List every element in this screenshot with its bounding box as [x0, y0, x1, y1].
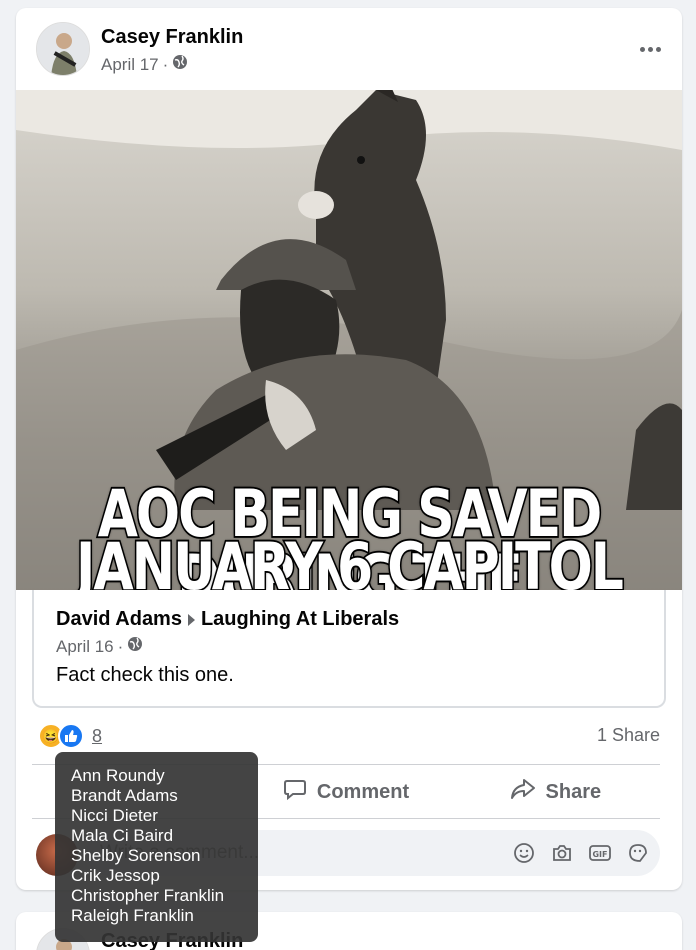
svg-text:GIF: GIF — [592, 850, 607, 859]
reactions-summary[interactable]: 😆 8 — [38, 723, 102, 749]
tooltip-name: Christopher Franklin — [71, 886, 225, 905]
tooltip-name: Shelby Sorenson — [71, 846, 201, 865]
shared-post-meta: April 16 · — [56, 636, 143, 657]
comment-tools: GIF — [512, 841, 650, 865]
meta-separator: · — [117, 636, 124, 656]
comment-button[interactable]: Comment — [241, 766, 450, 818]
shared-date[interactable]: April 16 — [56, 637, 114, 657]
share-icon — [510, 777, 536, 807]
tooltip-name: Nicci Dieter — [71, 806, 158, 825]
reactions-tooltip: Ann Roundy Brandt Adams Nicci Dieter Mal… — [55, 752, 258, 942]
shared-group[interactable]: Laughing At Liberals — [201, 608, 399, 631]
more-options-button[interactable] — [636, 938, 664, 950]
reaction-count[interactable]: 8 — [92, 726, 102, 747]
post-author[interactable]: Casey Franklin — [101, 26, 243, 49]
gif-icon[interactable]: GIF — [588, 841, 612, 865]
share-count[interactable]: 1 Share — [597, 725, 660, 746]
globe-icon — [127, 636, 143, 657]
post-date[interactable]: April 17 — [101, 55, 159, 75]
meme-image[interactable]: AOC BEING SAVED DURING THE JANUARY 6 CAP… — [16, 90, 682, 590]
share-button[interactable]: Share — [451, 766, 660, 818]
comment-label: Comment — [316, 780, 410, 803]
globe-icon — [172, 54, 188, 75]
post-meta: April 17 · — [101, 54, 188, 75]
meme-caption-line2: JANUARY 6 CAPITOL RIOTS — [75, 530, 626, 590]
shared-author[interactable]: David Adams — [56, 608, 182, 631]
tooltip-name: Brandt Adams — [71, 786, 178, 805]
sticker-icon[interactable] — [626, 841, 650, 865]
comment-icon — [283, 777, 307, 807]
tooltip-name: Mala Ci Baird — [71, 826, 174, 845]
shared-post[interactable]: David Adams Laughing At Liberals April 1… — [32, 590, 666, 708]
more-options-button[interactable] — [636, 35, 664, 63]
camera-icon[interactable] — [550, 841, 574, 865]
emoji-icon[interactable] — [512, 841, 536, 865]
tooltip-name: Ann Roundy — [71, 766, 165, 785]
tooltip-name: Raleigh Franklin — [71, 906, 194, 925]
meta-separator: · — [162, 54, 169, 74]
author-avatar[interactable] — [36, 22, 90, 76]
shared-post-header: David Adams Laughing At Liberals — [56, 608, 399, 631]
share-label: Share — [545, 780, 602, 803]
arrow-right-icon — [187, 613, 195, 626]
tooltip-name: Crik Jessop — [71, 866, 160, 885]
shared-post-text: Fact check this one. — [56, 664, 234, 686]
like-reaction-icon — [58, 723, 84, 749]
